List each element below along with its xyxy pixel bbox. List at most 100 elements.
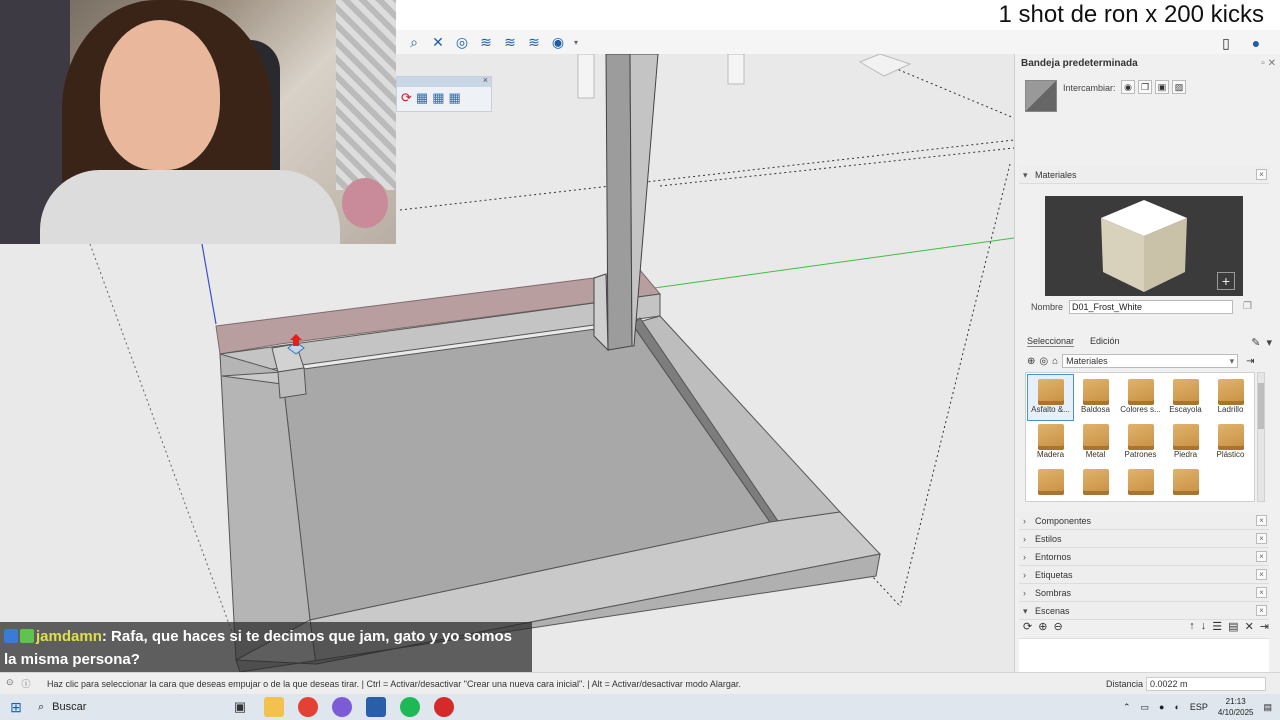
tab-edit[interactable]: Edición	[1090, 336, 1120, 347]
main-toolbar: ⌕ ✕ ◎ ≋ ≋ ≋ ◉ ▾ ▯ ●	[396, 30, 1280, 54]
chevron-icon: ›	[1023, 570, 1026, 580]
material-folder[interactable]	[1028, 465, 1073, 501]
document-icon[interactable]: ▯	[1216, 33, 1236, 53]
section-header-entornos[interactable]: › Entornos ×	[1019, 548, 1269, 566]
materials-scrollbar[interactable]	[1257, 372, 1265, 502]
section-label: Componentes	[1035, 516, 1092, 526]
close-icon[interactable]: ×	[1256, 587, 1267, 598]
close-icon[interactable]: ×	[1256, 533, 1267, 544]
section-header-estilos[interactable]: › Estilos ×	[1019, 530, 1269, 548]
eye-icon[interactable]: ◉	[1121, 80, 1135, 94]
material-folder[interactable]: Patrones	[1118, 420, 1163, 465]
search-label: Buscar	[52, 701, 87, 713]
scenes-list[interactable]	[1019, 638, 1269, 672]
forward-icon[interactable]: ◎	[1039, 356, 1048, 367]
remove-scene-icon[interactable]: ⊖	[1053, 620, 1062, 633]
status-bar: ⊙ ⓘ Haz clic para seleccionar la cara qu…	[0, 672, 1280, 694]
chevron-up-icon[interactable]: ⌃	[1123, 702, 1131, 713]
details-icon[interactable]: ⇥	[1246, 356, 1254, 367]
material-name-input[interactable]: D01_Frost_White	[1069, 300, 1233, 314]
section-header-sombras[interactable]: › Sombras ×	[1019, 584, 1269, 602]
section-icon[interactable]: ▦	[432, 90, 444, 106]
tab-select[interactable]: Seleccionar	[1027, 336, 1075, 347]
section-icon[interactable]: ▦	[449, 90, 461, 106]
home-icon[interactable]: ⌂	[1052, 356, 1058, 367]
section-header-componentes[interactable]: › Componentes ×	[1019, 512, 1269, 530]
section-header-escenas[interactable]: ▾ Escenas ×	[1019, 602, 1269, 620]
task-view-icon[interactable]: ▣	[230, 697, 250, 717]
view-options-icon[interactable]: ☰	[1212, 620, 1222, 633]
eyedropper-icon[interactable]: ✎	[1251, 336, 1260, 349]
refresh-icon[interactable]: ⟳	[401, 90, 412, 106]
material-folder[interactable]: Piedra	[1163, 420, 1208, 465]
chevron-down-icon[interactable]: ▾	[572, 32, 580, 52]
taskbar-search[interactable]: ⌕ Buscar	[32, 694, 222, 720]
pin-icon[interactable]: ▫ ✕	[1261, 54, 1276, 74]
material-folder[interactable]: Colores s...	[1118, 375, 1163, 420]
user-icon[interactable]: ●	[1246, 33, 1266, 53]
spotify-icon[interactable]	[400, 697, 420, 717]
material-folder[interactable]: Metal	[1073, 420, 1118, 465]
section-plane-icon[interactable]: ≋	[476, 32, 496, 52]
zoom-icon[interactable]: ⌕	[404, 32, 424, 52]
section-header-etiquetas[interactable]: › Etiquetas ×	[1019, 566, 1269, 584]
close-icon[interactable]: ×	[1256, 515, 1267, 526]
back-icon[interactable]: ⊕	[1027, 356, 1035, 367]
refresh-icon[interactable]: ⟳	[1023, 620, 1032, 633]
chrome-icon[interactable]	[298, 697, 318, 717]
material-folder[interactable]	[1118, 465, 1163, 501]
close-icon[interactable]: ×	[1256, 605, 1267, 616]
delete-icon[interactable]: ✕	[1245, 620, 1254, 633]
start-icon[interactable]: ⊞	[0, 694, 32, 720]
paint-bucket-icon[interactable]: ▾	[1266, 336, 1272, 349]
expand-icon[interactable]: ⇥	[1260, 620, 1269, 633]
orbit-icon[interactable]: ◎	[452, 32, 472, 52]
section-cut-icon[interactable]: ≋	[524, 32, 544, 52]
materials-section-header[interactable]: ▾ Materiales ×	[1019, 166, 1269, 184]
geo-location-icon[interactable]: ⊙	[6, 677, 14, 690]
close-icon[interactable]: ×	[1256, 569, 1267, 580]
section-icon[interactable]: ▦	[416, 90, 428, 106]
app-icon[interactable]	[434, 697, 454, 717]
guide-line	[899, 163, 1011, 607]
info-icon[interactable]: ⓘ	[22, 677, 31, 690]
paint-icon[interactable]: ▣	[1155, 80, 1169, 94]
add-material-button[interactable]: +	[1217, 272, 1235, 290]
details-icon[interactable]: ▤	[1228, 620, 1238, 633]
close-icon[interactable]: ×	[1256, 551, 1267, 562]
geo-icon[interactable]: ◉	[548, 32, 568, 52]
copy-icon[interactable]: ❐	[1138, 80, 1152, 94]
duplicate-icon[interactable]: ❐	[1243, 301, 1252, 312]
move-up-icon[interactable]: ↑	[1189, 620, 1195, 633]
material-folder[interactable]	[1073, 465, 1118, 501]
network-icon[interactable]: ▭	[1140, 702, 1149, 713]
language-indicator[interactable]: ESP	[1190, 702, 1208, 712]
microphone-icon[interactable]: ●	[1159, 702, 1164, 712]
close-icon[interactable]: ×	[483, 75, 488, 85]
windows-taskbar: ⊞ ⌕ Buscar ▣ ⌃ ▭ ● ◐ ESP 21:13 4/10/2025…	[0, 694, 1280, 720]
material-folder[interactable]: Escayola	[1163, 375, 1208, 420]
add-scene-icon[interactable]: ⊕	[1038, 620, 1047, 633]
sketchup-icon[interactable]	[366, 697, 386, 717]
clock[interactable]: 21:13 4/10/2025	[1218, 696, 1254, 718]
discord-icon[interactable]	[332, 697, 352, 717]
material-folder[interactable]	[1163, 465, 1208, 501]
material-folder[interactable]: Madera	[1028, 420, 1073, 465]
guide-line	[879, 61, 1014, 119]
fill-icon[interactable]: ▨	[1172, 80, 1186, 94]
file-explorer-icon[interactable]	[264, 697, 284, 717]
notification-icon[interactable]: ▤	[1263, 702, 1272, 713]
material-swatch[interactable]	[1025, 80, 1057, 112]
material-folder[interactable]: Baldosa	[1073, 375, 1118, 420]
library-select[interactable]: Materiales	[1062, 354, 1239, 368]
material-folder[interactable]: Ladrillo	[1208, 375, 1253, 420]
close-icon[interactable]: ×	[1256, 169, 1267, 180]
material-folder[interactable]: Asfalto &...	[1027, 374, 1074, 421]
section-display-icon[interactable]: ≋	[500, 32, 520, 52]
material-folder[interactable]: Plástico	[1208, 420, 1253, 465]
zoom-extents-icon[interactable]: ✕	[428, 32, 448, 52]
distance-input[interactable]: 0.0022 m	[1146, 677, 1266, 691]
volume-icon[interactable]: ◐	[1174, 702, 1179, 712]
floating-toolbar-header[interactable]: ×	[397, 75, 491, 87]
move-down-icon[interactable]: ↓	[1201, 620, 1207, 633]
